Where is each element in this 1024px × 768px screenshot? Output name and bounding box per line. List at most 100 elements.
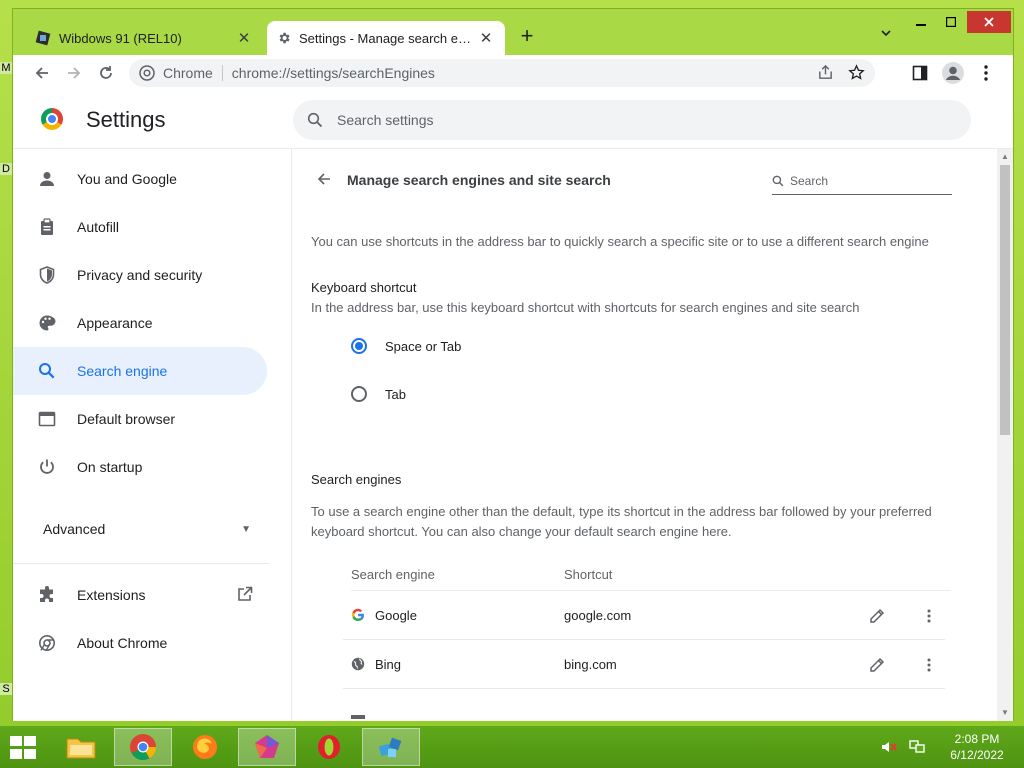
search-settings-box[interactable] bbox=[293, 100, 971, 140]
scrollbar-thumb[interactable] bbox=[1000, 165, 1010, 435]
table-row: Bing bing.com bbox=[343, 640, 945, 689]
maximize-button[interactable] bbox=[937, 11, 965, 33]
taskbar-clock[interactable]: 2:08 PM 6/12/2022 bbox=[934, 731, 1020, 763]
globe-icon bbox=[351, 657, 365, 671]
chrome-outline-icon bbox=[37, 633, 57, 653]
speaker-muted-icon[interactable] bbox=[878, 736, 900, 758]
search-engines-description: To use a search engine other than the de… bbox=[311, 504, 932, 519]
more-vert-icon bbox=[984, 65, 988, 81]
sidebar-item-label: Privacy and security bbox=[77, 267, 203, 283]
network-icon[interactable] bbox=[906, 736, 928, 758]
tab-strip: Wibdows 91 (REL10) ✕ Settings - Manage s… bbox=[13, 9, 1013, 55]
taskbar-chrome[interactable] bbox=[114, 728, 172, 766]
desktop-edge-letter: S bbox=[0, 683, 12, 695]
search-engines-input[interactable] bbox=[790, 173, 940, 188]
bookmark-star-icon[interactable] bbox=[848, 64, 865, 81]
engine-shortcut: google.com bbox=[564, 608, 632, 623]
chrome-logo-icon bbox=[130, 734, 157, 761]
chrome-menu-button[interactable] bbox=[971, 58, 1001, 88]
back-button[interactable] bbox=[27, 58, 57, 88]
palette-icon bbox=[37, 313, 57, 333]
sidebar-item-extensions[interactable]: Extensions bbox=[13, 571, 267, 619]
table-row bbox=[343, 689, 945, 721]
radio-button[interactable] bbox=[351, 386, 367, 402]
start-button[interactable] bbox=[10, 736, 38, 760]
sidebar-advanced-toggle[interactable]: Advanced ▼ bbox=[13, 505, 267, 553]
taskbar-firefox[interactable] bbox=[176, 728, 234, 766]
taskbar-file-explorer[interactable] bbox=[52, 728, 110, 766]
table-row: Google google.com bbox=[343, 591, 945, 640]
forward-button[interactable] bbox=[59, 58, 89, 88]
address-chip: Chrome bbox=[163, 65, 213, 81]
settings-header: Settings bbox=[13, 91, 1013, 149]
tab-close-icon[interactable]: ✕ bbox=[477, 29, 495, 47]
sidebar-item-autofill[interactable]: Autofill bbox=[13, 203, 267, 251]
search-settings-input[interactable] bbox=[337, 112, 937, 128]
edit-pencil-icon[interactable] bbox=[865, 653, 889, 677]
radio-button-checked[interactable] bbox=[351, 338, 367, 354]
open-in-new-icon bbox=[237, 586, 253, 605]
sidebar-item-search-engine[interactable]: Search engine bbox=[13, 347, 267, 395]
search-engines-table-header: Search engine Shortcut bbox=[351, 563, 951, 591]
chevron-down-icon: ▼ bbox=[241, 524, 251, 535]
window-close-button[interactable] bbox=[967, 11, 1011, 33]
tab-title: Settings - Manage search engine bbox=[299, 30, 477, 46]
arrow-left-icon bbox=[35, 67, 48, 79]
tab-close-icon[interactable]: ✕ bbox=[235, 29, 253, 47]
page-scrollbar[interactable]: ▲ ▼ bbox=[997, 149, 1013, 721]
tab-wibdows[interactable]: Wibdows 91 (REL10) ✕ bbox=[25, 21, 263, 55]
cubes-icon bbox=[378, 737, 402, 757]
taskbar-app-cubes[interactable] bbox=[362, 728, 420, 766]
share-icon[interactable] bbox=[817, 64, 834, 81]
taskbar-app-gem[interactable] bbox=[238, 728, 296, 766]
sidebar-item-appearance[interactable]: Appearance bbox=[13, 299, 267, 347]
wibdows-favicon-icon bbox=[35, 30, 51, 46]
clock-date: 6/12/2022 bbox=[950, 748, 1004, 762]
intro-text: You can use shortcuts in the address bar… bbox=[311, 234, 929, 249]
sidebar-item-on-startup[interactable]: On startup bbox=[13, 443, 267, 491]
radio-label: Space or Tab bbox=[385, 338, 462, 354]
engine-name: Bing bbox=[375, 657, 402, 672]
system-tray: 2:08 PM 6/12/2022 bbox=[878, 726, 1024, 768]
sidebar-item-you-and-google[interactable]: You and Google bbox=[13, 155, 267, 203]
sidebar-item-label: You and Google bbox=[77, 171, 177, 187]
sidebar-item-label: Extensions bbox=[77, 587, 146, 603]
opera-icon bbox=[318, 735, 340, 759]
tab-settings[interactable]: Settings - Manage search engine ✕ bbox=[267, 21, 505, 55]
more-vert-icon[interactable] bbox=[917, 604, 941, 628]
radio-space-or-tab[interactable]: Space or Tab bbox=[351, 330, 461, 362]
side-panel-button[interactable] bbox=[905, 58, 935, 88]
tab-search-chevron-icon[interactable] bbox=[875, 27, 897, 49]
search-engines-heading: Search engines bbox=[311, 472, 402, 487]
edit-pencil-icon[interactable] bbox=[865, 604, 889, 628]
profile-button[interactable] bbox=[938, 58, 968, 88]
sidebar-item-label: Search engine bbox=[77, 363, 168, 379]
clipboard-icon bbox=[37, 217, 57, 237]
taskbar-opera[interactable] bbox=[300, 728, 358, 766]
windows-logo-icon bbox=[10, 736, 22, 746]
sidebar-item-privacy[interactable]: Privacy and security bbox=[13, 251, 267, 299]
search-engines-description: keyboard shortcut. You can also change y… bbox=[311, 524, 732, 539]
back-arrow-icon[interactable] bbox=[312, 167, 336, 191]
sidebar-item-about-chrome[interactable]: About Chrome bbox=[13, 619, 267, 667]
scroll-down-arrow-icon[interactable]: ▼ bbox=[1000, 708, 1010, 718]
radio-tab[interactable]: Tab bbox=[351, 378, 406, 410]
scroll-up-arrow-icon[interactable]: ▲ bbox=[1000, 152, 1010, 162]
search-engines-search[interactable] bbox=[772, 167, 952, 195]
arrow-right-icon bbox=[68, 67, 81, 79]
radio-label: Tab bbox=[385, 386, 406, 402]
engine-shortcut: bing.com bbox=[564, 657, 617, 672]
url-path: settings/searchEngines bbox=[290, 65, 435, 81]
settings-sidebar: You and Google Autofill Privacy and secu… bbox=[13, 149, 291, 721]
more-vert-icon[interactable] bbox=[917, 653, 941, 677]
keyboard-shortcut-heading: Keyboard shortcut bbox=[311, 280, 417, 295]
minimize-button[interactable] bbox=[907, 11, 935, 33]
new-tab-button[interactable]: + bbox=[515, 25, 539, 49]
side-panel-icon bbox=[912, 65, 928, 81]
sidebar-item-default-browser[interactable]: Default browser bbox=[13, 395, 267, 443]
folder-icon bbox=[66, 738, 96, 759]
gem-icon bbox=[255, 735, 279, 758]
address-bar[interactable]: Chrome chrome://settings/searchEngines bbox=[129, 59, 875, 87]
firefox-icon bbox=[193, 735, 217, 759]
reload-button[interactable] bbox=[91, 58, 121, 88]
